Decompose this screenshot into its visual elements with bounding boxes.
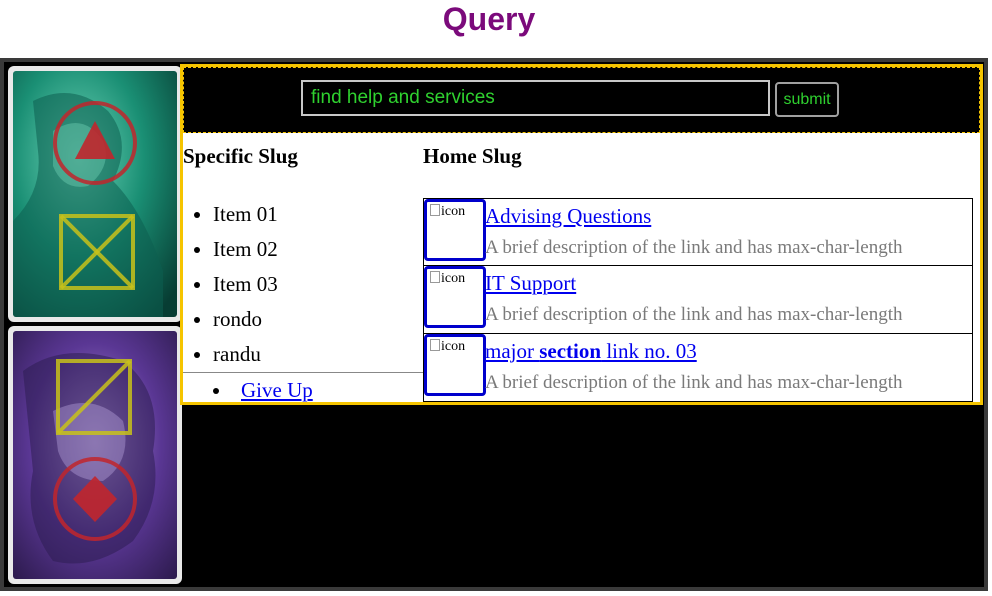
link-card-list: icon Advising Questions A brief descript…: [423, 198, 973, 402]
broken-image-icon[interactable]: icon: [424, 199, 486, 261]
list-item: Item 03: [213, 267, 423, 302]
list-item: rondo: [213, 302, 423, 337]
purple-statue-image: [13, 331, 177, 579]
search-input[interactable]: [301, 80, 770, 116]
teal-statue-card: [8, 66, 182, 322]
link-title[interactable]: Advising Questions: [485, 202, 651, 230]
home-slug-section: Home Slug icon Advising Questions A brie…: [423, 142, 973, 402]
link-card: icon IT Support A brief description of t…: [423, 266, 973, 334]
give-up-link[interactable]: Give Up: [241, 378, 313, 402]
link-card: icon Advising Questions A brief descript…: [423, 198, 973, 266]
home-slug-heading: Home Slug: [423, 144, 522, 168]
link-title[interactable]: major section link no. 03: [485, 337, 697, 365]
link-description: A brief description of the link and has …: [485, 372, 903, 393]
page-title: Query: [442, 1, 536, 37]
list-item-give-up: Give Up: [183, 372, 423, 408]
submit-button[interactable]: submit: [775, 82, 839, 117]
link-description: A brief description of the link and has …: [485, 304, 903, 325]
list-item: Item 01: [213, 197, 423, 232]
list-item: Item 02: [213, 232, 423, 267]
broken-image-icon[interactable]: icon: [424, 334, 486, 396]
link-card: icon major section link no. 03 A brief d…: [423, 334, 973, 402]
list-item: randu: [213, 337, 423, 372]
specific-slug-heading: Specific Slug: [183, 144, 298, 168]
broken-image-icon[interactable]: icon: [424, 266, 486, 328]
link-description: A brief description of the link and has …: [485, 237, 903, 258]
link-title[interactable]: IT Support: [485, 269, 576, 297]
teal-statue-image: [13, 71, 177, 317]
search-bar: submit: [183, 67, 980, 133]
content-panel: submit Specific Slug Item 01 Item 02 Ite…: [180, 64, 983, 405]
specific-slug-list: Item 01 Item 02 Item 03 rondo randu Give…: [183, 197, 423, 408]
purple-statue-card: [8, 326, 182, 584]
specific-slug-section: Specific Slug Item 01 Item 02 Item 03 ro…: [183, 142, 423, 402]
app-frame: submit Specific Slug Item 01 Item 02 Ite…: [0, 58, 988, 591]
